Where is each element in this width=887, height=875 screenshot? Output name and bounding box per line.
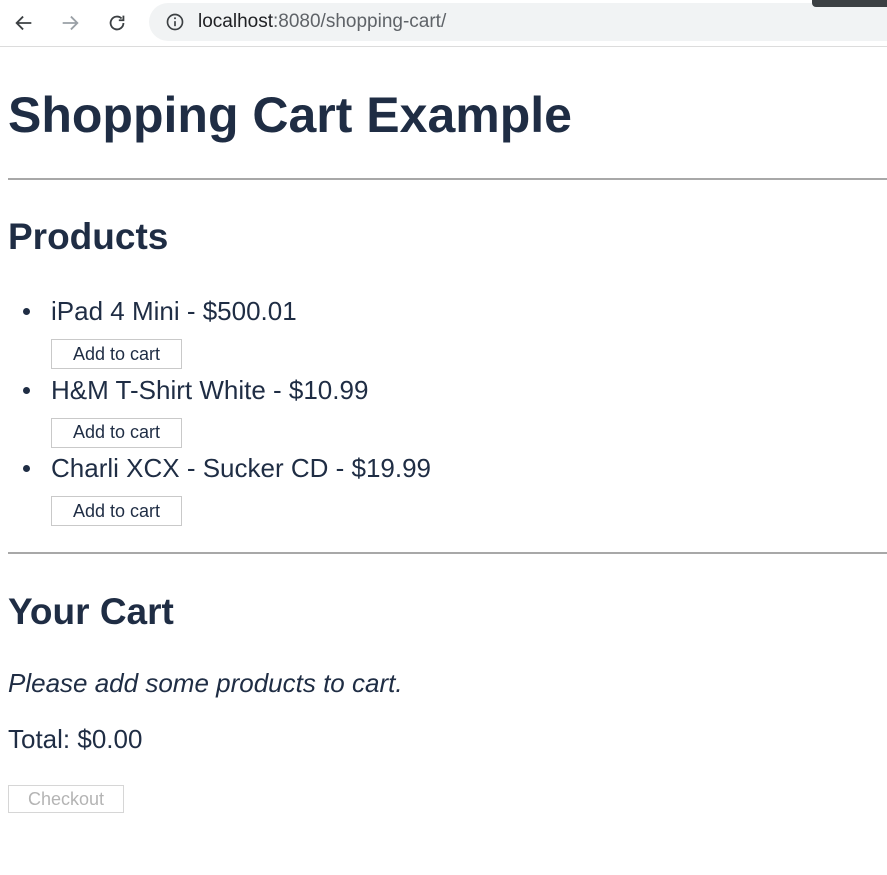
bullet-icon [23,465,30,472]
arrow-left-icon [15,15,32,31]
product-label: H&M T-Shirt White - $10.99 [51,374,369,405]
product-list: iPad 4 Mini - $500.01 Add to cart H&M T-… [0,294,560,530]
address-bar[interactable]: localhost:8080/shopping-cart/ [149,3,887,41]
info-circle-icon[interactable] [164,11,186,33]
empty-cart-message: Please add some products to cart. [8,668,403,698]
browser-toolbar: localhost:8080/shopping-cart/ [0,0,887,47]
product-item: iPad 4 Mini - $500.01 Add to cart [0,294,560,373]
reload-button[interactable] [101,7,133,39]
product-label: iPad 4 Mini - $500.01 [51,296,297,326]
add-to-cart-button[interactable]: Add to cart [51,496,182,526]
bullet-icon [23,386,30,394]
divider [8,552,887,554]
url-host: localhost [198,11,273,32]
product-item: H&M T-Shirt White - $10.99 Add to cart [0,373,560,452]
page-title: Shopping Cart Example [8,87,572,143]
url-path: :8080/shopping-cart/ [273,11,447,32]
products-heading: Products [8,216,169,257]
checkout-button[interactable]: Checkout [8,785,124,813]
product-label: Charli XCX - Sucker CD - $19.99 [51,453,432,483]
url-text[interactable]: localhost:8080/shopping-cart/ [198,11,446,33]
bullet-icon [23,308,30,315]
back-button[interactable] [8,7,40,39]
divider [8,178,887,180]
cart-heading: Your Cart [8,591,174,632]
forward-button[interactable] [54,7,86,39]
add-to-cart-button[interactable]: Add to cart [51,339,182,369]
arrow-right-icon [62,15,79,31]
cart-total: Total: $0.00 [8,724,143,754]
window-corner [812,0,887,7]
add-to-cart-button[interactable]: Add to cart [51,417,182,448]
product-item: Charli XCX - Sucker CD - $19.99 Add to c… [0,451,560,530]
reload-icon [109,15,125,31]
